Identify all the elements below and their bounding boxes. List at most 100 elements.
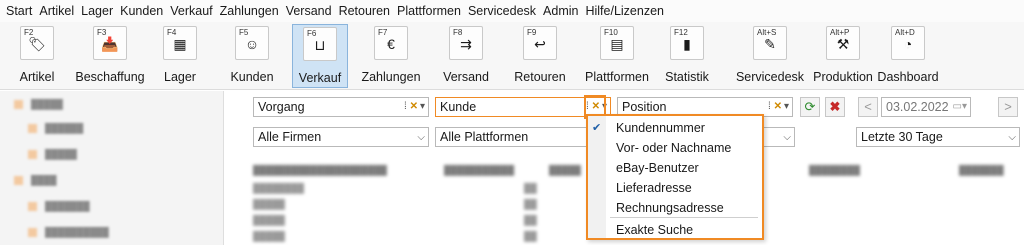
ribbon-button-lager[interactable]: F4 ▦ Lager bbox=[152, 24, 208, 88]
ribbon-button-dashboard[interactable]: Alt+D ◔ Dashboard bbox=[877, 24, 939, 88]
icon-glyph: ⚒ bbox=[836, 36, 850, 52]
ribbon-button-label: Dashboard bbox=[877, 70, 939, 84]
ribbon-button-kunden[interactable]: F5 ☺ Kunden bbox=[224, 24, 280, 88]
menu-item-retouren[interactable]: Retouren bbox=[339, 4, 390, 18]
ribbon-button-label: Statistik bbox=[665, 70, 709, 84]
date-previous-button[interactable]: < bbox=[858, 97, 878, 117]
ribbon-button-label: Retouren bbox=[514, 70, 566, 84]
check-icon: ✔ bbox=[592, 122, 602, 134]
icon-glyph: ⊔ bbox=[314, 37, 326, 53]
warehouse-icon: F4 ▦ bbox=[163, 26, 197, 60]
menu-item-hilfe-lizenzen[interactable]: Hilfe/Lizenzen bbox=[585, 4, 664, 18]
ribbon-button-label: Servicedesk bbox=[735, 70, 805, 84]
date-next-button[interactable]: > bbox=[998, 97, 1018, 117]
table-row[interactable]: █████ bbox=[253, 215, 285, 227]
dropdown-item-label: Lieferadresse bbox=[616, 181, 692, 195]
dropdown-item-billing-address[interactable]: Rechnungsadresse bbox=[588, 198, 762, 218]
icon-glyph: € bbox=[387, 36, 395, 52]
sidebar-tree-item[interactable]: ██████ bbox=[28, 123, 83, 137]
menu-item-start[interactable]: Start bbox=[6, 4, 32, 18]
ribbon-button-label: Versand bbox=[443, 70, 489, 84]
calendar-icon[interactable]: ▭▾ bbox=[953, 98, 967, 116]
table-row[interactable]: ████████ bbox=[253, 183, 304, 195]
icon-glyph: ✎ bbox=[764, 36, 776, 52]
ribbon-button-produktion[interactable]: Alt+P ⚒ Produktion bbox=[813, 24, 873, 88]
menu-item-lager[interactable]: Lager bbox=[81, 4, 113, 18]
table-row[interactable]: ██ bbox=[524, 183, 537, 195]
ribbon-toolbar: F2 🏷 Artikel F3 📥 Beschaffung F4 ▦ Lager F5 ☺ Kunde… bbox=[0, 22, 1024, 90]
table-row[interactable]: ██ bbox=[524, 215, 537, 227]
dropdown-item-label: eBay-Benutzer bbox=[616, 161, 699, 175]
sidebar-tree-item[interactable]: ████ bbox=[14, 175, 57, 189]
table-header: ████████ bbox=[809, 165, 861, 175]
menu-item-zahlungen[interactable]: Zahlungen bbox=[220, 4, 279, 18]
menu-item-kunden[interactable]: Kunden bbox=[120, 4, 163, 18]
table-row[interactable]: █████ bbox=[253, 231, 285, 243]
zeitraum-select[interactable]: Letzte 30 Tage ⌵ bbox=[856, 127, 1020, 147]
icon-glyph: ◔ bbox=[903, 36, 913, 52]
sidebar-tree-item[interactable]: ██████████ bbox=[28, 227, 109, 241]
sidebar-tree-item[interactable]: █████ bbox=[14, 99, 63, 113]
chevron-down-icon[interactable]: ⌵ bbox=[417, 129, 425, 146]
table-row[interactable]: █████ bbox=[253, 199, 285, 211]
firmen-select[interactable]: Alle Firmen ⌵ bbox=[253, 127, 429, 147]
dropdown-separator bbox=[610, 217, 758, 218]
dropdown-item-label: Kundennummer bbox=[616, 121, 705, 135]
menu-item-plattformen[interactable]: Plattformen bbox=[397, 4, 461, 18]
ribbon-button-label: Beschaffung bbox=[75, 70, 145, 84]
menu-item-admin[interactable]: Admin bbox=[543, 4, 578, 18]
table-header: ███████ bbox=[959, 165, 1004, 175]
chevron-down-icon[interactable]: ⌵ bbox=[1008, 129, 1016, 146]
table-header: █████████████████████ bbox=[253, 165, 387, 175]
dropdown-item-label: Rechnungsadresse bbox=[616, 201, 724, 215]
vorgang-placeholder: Vorgang bbox=[258, 100, 305, 114]
ribbon-button-label: Artikel bbox=[19, 70, 55, 84]
icon-glyph: ☺ bbox=[244, 36, 260, 52]
sidebar-tree-item[interactable]: ███████ bbox=[28, 201, 90, 215]
sidebar-tree-item[interactable]: █████ bbox=[28, 149, 77, 163]
menu-item-verkauf[interactable]: Verkauf bbox=[170, 4, 212, 18]
date-value: 03.02.2022 bbox=[886, 100, 949, 114]
icon-glyph: 📥 bbox=[101, 36, 119, 52]
date-field[interactable]: 03.02.2022 ▭▾ bbox=[881, 97, 971, 117]
tag-icon: F2 🏷 bbox=[20, 26, 54, 60]
ribbon-button-zahlungen[interactable]: F7 € Zahlungen bbox=[361, 24, 421, 88]
ribbon-button-versand[interactable]: F8 ⇉ Versand bbox=[438, 24, 494, 88]
menu-item-versand[interactable]: Versand bbox=[286, 4, 332, 18]
refresh-button[interactable]: ⟳ bbox=[800, 97, 820, 117]
menu-item-servicedesk[interactable]: Servicedesk bbox=[468, 4, 536, 18]
ribbon-button-servicedesk[interactable]: Alt+S ✎ Servicedesk bbox=[736, 24, 804, 88]
ribbon-button-verkauf[interactable]: F6 ⊔ Verkauf bbox=[292, 24, 348, 88]
sidebar-navigation: █████ ██████ █████ ████ ███████ ████████… bbox=[0, 91, 224, 245]
ribbon-button-artikel[interactable]: F2 🏷 Artikel bbox=[9, 24, 65, 88]
procurement-icon: F3 📥 bbox=[93, 26, 127, 60]
ribbon-button-plattformen[interactable]: F10 ▤ Plattformen bbox=[585, 24, 649, 88]
filter-options-icon[interactable]: ⁞ ✕ ▾ bbox=[404, 98, 425, 116]
statistics-icon: F12 ▮ bbox=[670, 26, 704, 60]
kunde-placeholder: Kunde bbox=[440, 100, 477, 114]
firmen-value: Alle Firmen bbox=[258, 130, 322, 144]
dropdown-item-kundennummer[interactable]: ✔ Kundennummer bbox=[588, 118, 762, 138]
dropdown-item-ebay-user[interactable]: eBay-Benutzer bbox=[588, 158, 762, 178]
ribbon-button-label: Lager bbox=[164, 70, 196, 84]
position-filter-options-icon[interactable]: ⁞ ✕ ▾ bbox=[768, 98, 789, 116]
table-row[interactable]: ██ bbox=[524, 199, 537, 211]
return-icon: F9 ↩ bbox=[523, 26, 557, 60]
kunde-search-options-dropdown: ✔ Kundennummer Vor- oder Nachname eBay-B… bbox=[586, 114, 764, 240]
chevron-down-icon[interactable]: ⌵ bbox=[783, 129, 791, 146]
ribbon-button-retouren[interactable]: F9 ↩ Retouren bbox=[512, 24, 568, 88]
ribbon-button-statistik[interactable]: F12 ▮ Statistik bbox=[659, 24, 715, 88]
vorgang-search-field[interactable]: Vorgang ⁞ ✕ ▾ bbox=[253, 97, 429, 117]
cancel-filter-button[interactable]: ✖ bbox=[825, 97, 845, 117]
ribbon-button-beschaffung[interactable]: F3 📥 Beschaffung bbox=[75, 24, 145, 88]
ribbon-button-label: Kunden bbox=[230, 70, 274, 84]
dropdown-item-name[interactable]: Vor- oder Nachname bbox=[588, 138, 762, 158]
table-row[interactable]: ██ bbox=[524, 231, 537, 243]
dropdown-item-delivery-address[interactable]: Lieferadresse bbox=[588, 178, 762, 198]
icon-glyph: ▮ bbox=[683, 36, 691, 52]
dropdown-item-exact-search[interactable]: Exakte Suche bbox=[588, 220, 762, 240]
ribbon-button-label: Verkauf bbox=[298, 71, 342, 85]
menu-item-artikel[interactable]: Artikel bbox=[39, 4, 74, 18]
ribbon-button-label: Zahlungen bbox=[361, 70, 421, 84]
customer-icon: F5 ☺ bbox=[235, 26, 269, 60]
